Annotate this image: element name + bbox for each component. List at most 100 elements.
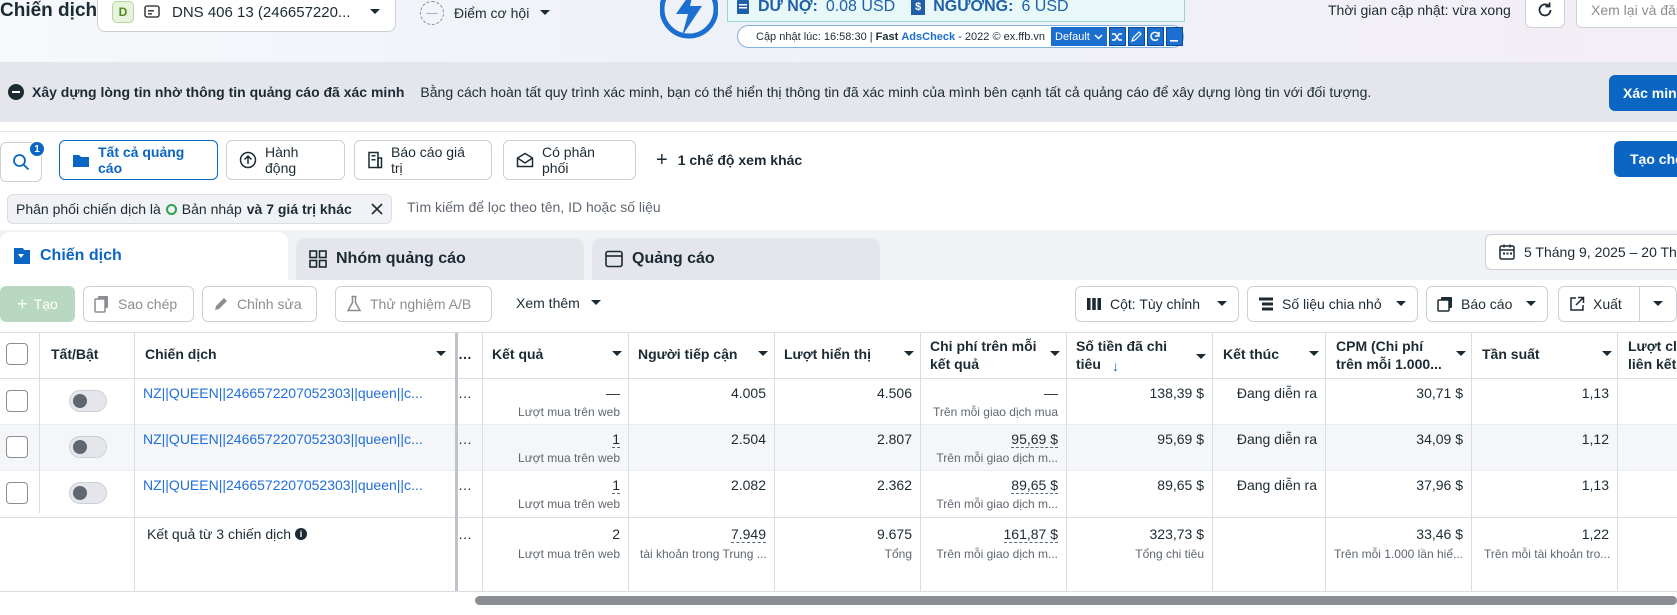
edit-button[interactable]: Chỉnh sửa [202, 286, 317, 322]
brand-suffix: - 2022 © ex.ffb.vn [955, 30, 1045, 43]
header-cpm-label: CPM (Chi phí trên mỗi 1.000... [1336, 338, 1442, 372]
summary-spent-sub: Tổng chi tiêu [1135, 547, 1204, 561]
info-icon[interactable]: i [295, 528, 308, 540]
chevron-down-icon [1456, 351, 1466, 357]
header-link-clicks[interactable]: Lượt cli liên kết [1628, 337, 1677, 373]
campaign-name-link[interactable]: NZ||QUEEN||2466572207052303||queen||c... [143, 430, 423, 448]
frozen-col-divider [455, 333, 458, 591]
export-button[interactable]: Xuất [1558, 286, 1640, 322]
gauge-icon: –– [420, 1, 444, 25]
view-actions[interactable]: Hành động [226, 140, 345, 180]
ab-test-button[interactable]: Thử nghiệm A/B [335, 286, 492, 322]
filter-search-input[interactable]: Tìm kiếm để lọc theo tên, ID hoặc số liệ… [407, 199, 661, 215]
columns-dropdown[interactable]: Cột: Tùy chỉnh [1075, 286, 1239, 322]
view-value-report[interactable]: Báo cáo giá trị [354, 140, 492, 180]
end-value: Đang diễn ra [1236, 477, 1317, 493]
plus-icon: + [17, 294, 28, 314]
reports-dropdown[interactable]: Báo cáo [1426, 286, 1548, 322]
close-icon[interactable] [371, 203, 383, 215]
review-publish-button[interactable]: Xem lại và đăn [1576, 0, 1677, 28]
refresh-button[interactable] [1146, 27, 1164, 46]
row-toggle[interactable] [69, 482, 107, 504]
select-all-checkbox[interactable] [6, 343, 28, 365]
draft-circle-icon [165, 203, 177, 215]
cpr-value-text[interactable]: 89,65 $ [1011, 477, 1058, 494]
account-selector[interactable]: D DNS 406 13 (246657220... [97, 0, 396, 32]
debt-label: DƯ NỢ: [758, 0, 818, 15]
reach-value: 4.005 [730, 385, 766, 401]
col-sep [1212, 333, 1213, 591]
brand-adscheck: AdsCheck [901, 30, 956, 43]
copy-button[interactable]: Sao chép [83, 286, 194, 322]
horizontal-scrollbar[interactable] [475, 596, 1677, 605]
campaign-name-link[interactable]: NZ||QUEEN||2466572207052303||queen||c... [143, 476, 423, 494]
filter-value: Bản nháp [181, 201, 242, 217]
breakdown-dropdown[interactable]: Số liệu chia nhỏ [1247, 286, 1418, 322]
header-impressions[interactable]: Lượt hiển thị [784, 346, 914, 362]
cpm-value: 37,96 $ [1416, 477, 1463, 493]
tab-campaigns[interactable]: Chiến dịch [0, 232, 288, 280]
plus-icon: + [656, 149, 668, 171]
summary-cpm-sub: Trên mỗi 1.000 lần hiể... [1334, 547, 1463, 561]
update-time-label: Thời gian cập nhật: vừa xong [1328, 2, 1511, 18]
row-toggle[interactable] [69, 390, 107, 412]
tab-adsets[interactable]: Nhóm quảng cáo [296, 238, 584, 280]
export-menu-button[interactable] [1639, 286, 1677, 322]
row-checkbox[interactable] [6, 436, 28, 458]
row-border [0, 470, 1677, 471]
threshold-label: NGƯỠNG: [933, 0, 1014, 15]
cpr-value-text[interactable]: 95,69 $ [1011, 431, 1058, 448]
row-toggle[interactable] [69, 436, 107, 458]
spent-value: 89,65 $ [1157, 477, 1204, 493]
refresh-button[interactable] [1525, 0, 1565, 28]
summary-cpr-text[interactable]: 161,87 $ [1003, 526, 1058, 543]
more-views-button[interactable]: + 1 chế độ xem khác [656, 150, 802, 170]
summary-label-text: Kết quả từ 3 chiến dịch [147, 526, 292, 542]
header-cost-per-result[interactable]: Chi phí trên mỗi kết quả [930, 337, 1060, 373]
end-value: Đang diễn ra [1236, 431, 1317, 447]
search-count-badge: 1 [29, 141, 45, 157]
header-cpm[interactable]: CPM (Chi phí trên mỗi 1.000... [1336, 337, 1466, 373]
header-results[interactable]: Kết quả [492, 346, 622, 362]
header-frequency-label: Tần suất [1482, 346, 1540, 362]
results-value-text[interactable]: 1 [612, 431, 620, 448]
tab-ads[interactable]: Quảng cáo [592, 238, 880, 280]
create-view-button[interactable]: Tạo chế [1614, 141, 1677, 177]
brand-fast: Fast [875, 30, 902, 43]
row-checkbox[interactable] [6, 390, 28, 412]
shuffle-button[interactable] [1108, 27, 1126, 46]
mode-select[interactable]: Default [1051, 27, 1107, 46]
edit-button[interactable] [1127, 27, 1145, 46]
update-time-text: Cập nhật lúc: 16:58:30 | [756, 30, 876, 43]
opportunity-score[interactable]: –– Điểm cơ hội [420, 0, 551, 26]
view-all-ads[interactable]: Tất cả quảng cáo [59, 140, 218, 180]
results-value: 1 [482, 430, 620, 448]
summary-reach-text[interactable]: 7.949 [730, 526, 766, 543]
create-button[interactable]: + Tạo [0, 286, 75, 322]
reports-label: Báo cáo [1461, 296, 1513, 312]
row-checkbox[interactable] [6, 482, 28, 504]
header-campaign[interactable]: Chiến dịch [145, 346, 450, 362]
chevron-down-icon [1652, 300, 1664, 308]
chevron-down-icon [612, 351, 622, 357]
header-amount-spent[interactable]: Số tiền đã chi tiêu ↓ [1076, 337, 1206, 374]
search-icon [12, 153, 30, 171]
reach-value: 2.082 [730, 477, 766, 493]
cpr-type: Trên mỗi giao dịch m... [936, 451, 1058, 465]
summary-cpr-sub: Trên mỗi giao dịch m... [936, 547, 1058, 561]
date-range-picker[interactable]: 5 Tháng 9, 2025 – 20 Thá [1485, 234, 1677, 270]
view-delivery[interactable]: Có phân phối [503, 140, 636, 180]
results-value-text[interactable]: 1 [612, 477, 620, 494]
verify-button[interactable]: Xác minh [1609, 75, 1677, 111]
more-dropdown[interactable]: Xem thêm [516, 295, 602, 311]
campaign-name-link[interactable]: NZ||QUEEN||2466572207052303||queen||c... [143, 384, 423, 402]
banner-title: Xây dựng lòng tin nhờ thông tin quảng cá… [32, 84, 405, 100]
header-reach[interactable]: Người tiếp cận [638, 346, 768, 362]
header-frequency[interactable]: Tần suất [1482, 346, 1612, 362]
cpm-value: 30,71 $ [1416, 385, 1463, 401]
summary-top-border [0, 517, 1677, 518]
minimize-button[interactable] [1165, 27, 1183, 46]
header-end[interactable]: Kết thúc [1223, 346, 1319, 362]
overflow-ellipsis: … [458, 385, 472, 401]
filter-chip[interactable]: Phân phối chiến dịch là Bản nháp và 7 gi… [7, 194, 392, 224]
